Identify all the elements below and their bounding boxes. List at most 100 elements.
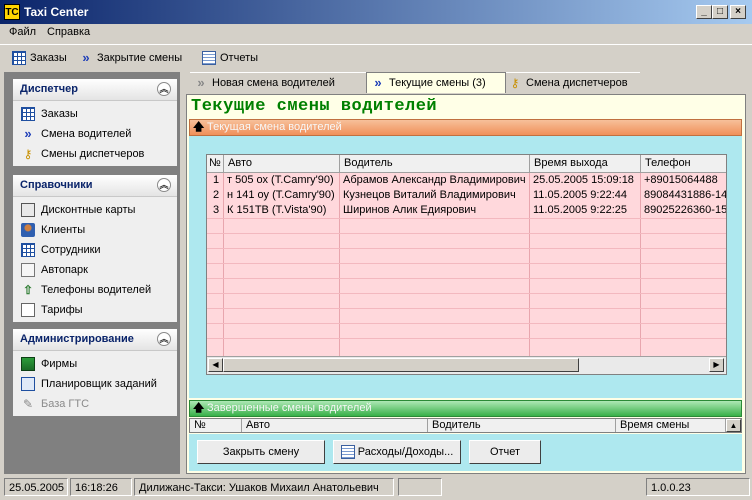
grid-row-line <box>207 323 726 324</box>
minimize-button[interactable]: _ <box>696 5 712 19</box>
sidebar-item-discount-cards[interactable]: Дисконтные карты <box>13 200 177 220</box>
sidebar-item-tariffs[interactable]: Тарифы <box>13 300 177 320</box>
toolbar-reports-label: Отчеты <box>220 52 259 64</box>
cell-departure-time: 11.05.2005 9:22:25 <box>533 204 627 216</box>
current-shift-bar[interactable]: 🡅 Текущая смена водителей <box>189 119 742 136</box>
action-bar: Закрыть смену Расходы/Доходы... Отчет <box>189 434 742 471</box>
cell-driver: Кузнецов Виталий Владимирович <box>343 189 516 201</box>
table-row[interactable]: 2 н 141 оу (T.Camry'90) Кузнецов Виталий… <box>207 188 726 203</box>
col-header-number[interactable]: № <box>207 155 224 172</box>
col-header-car[interactable]: Авто <box>224 155 340 172</box>
orders-icon <box>12 51 26 65</box>
sidebar-item-driver-phones[interactable]: ⇧ Телефоны водителей <box>13 280 177 300</box>
cell-car: К 151ТВ (T.Vista'90) <box>227 204 327 216</box>
close-shift-button[interactable]: Закрыть смену <box>197 440 325 464</box>
database-icon: ✎ <box>22 397 34 411</box>
sidebar-item-label: Заказы <box>41 108 78 120</box>
close-button[interactable]: × <box>730 5 746 19</box>
cell-driver: Абрамов Александр Владимирович <box>343 174 526 186</box>
arrow-up-icon: 🡅 <box>193 121 205 133</box>
toolbar-close-shift-button[interactable]: » Закрытие смены <box>79 49 182 67</box>
collapse-icon[interactable]: ︽ <box>157 82 171 96</box>
page-title: Текущие смены водителей <box>191 97 438 116</box>
maximize-button[interactable]: □ <box>712 5 728 19</box>
double-arrow-icon: » <box>197 75 205 90</box>
tab-current-shifts[interactable]: » Текущие смены (3) <box>366 72 506 93</box>
toolbar-reports-button[interactable]: Отчеты <box>202 49 258 67</box>
grid-column-line <box>339 173 340 358</box>
scrollbar-thumb[interactable] <box>223 358 579 372</box>
scroll-up-icon[interactable]: ▲ <box>726 419 741 432</box>
tab-strip: » Новая смена водителей » Текущие смены … <box>186 72 742 94</box>
group-header-dispatcher[interactable]: Диспетчер ︽ <box>13 79 177 101</box>
main-content: Текущие смены водителей 🡅 Текущая смена … <box>186 94 746 474</box>
arrow-up-icon: 🡅 <box>193 402 205 414</box>
toolbar-orders-button[interactable]: Заказы <box>12 49 67 67</box>
col-header-phone[interactable]: Телефон <box>641 155 726 172</box>
grid-column-line <box>529 173 530 358</box>
menu-help[interactable]: Справка <box>47 26 90 38</box>
sidebar-item-label: Сотрудники <box>41 244 101 256</box>
app-icon: TC <box>4 4 20 20</box>
finished-shifts-grid: № Авто Водитель Время смены ▲ <box>189 418 742 433</box>
sidebar-item-label: Смена водителей <box>41 128 132 140</box>
grid-row-line <box>207 248 726 249</box>
group-title: Справочники <box>20 179 93 191</box>
report-button[interactable]: Отчет <box>469 440 541 464</box>
expenses-icon <box>340 445 355 460</box>
scroll-left-icon[interactable]: ◀ <box>208 358 223 372</box>
col-header-departure-time[interactable]: Время выхода <box>530 155 641 172</box>
current-shift-bar-label: Текущая смена водителей <box>207 121 342 133</box>
scheduler-icon <box>21 377 35 391</box>
horizontal-scrollbar[interactable]: ◀ ▶ <box>207 356 726 374</box>
col-header-driver[interactable]: Водитель <box>428 419 616 432</box>
toolbar-close-shift-label: Закрытие смены <box>97 52 183 64</box>
sidebar-item-label: Планировщик заданий <box>41 378 157 390</box>
sidebar-item-driver-shift[interactable]: » Смена водителей <box>13 124 177 144</box>
tab-dispatcher-shifts[interactable]: ⚷ Смена диспетчеров <box>504 72 640 93</box>
grid-row-line <box>207 233 726 234</box>
status-empty-panel <box>398 478 442 496</box>
cell-phone: 89084431886-14 <box>644 189 726 201</box>
finished-shift-bar[interactable]: 🡅 Завершенные смены водителей <box>189 400 742 417</box>
scroll-right-icon[interactable]: ▶ <box>709 358 724 372</box>
double-arrow-icon: » <box>24 126 32 141</box>
group-header-admin[interactable]: Администрирование ︽ <box>13 329 177 351</box>
collapse-icon[interactable]: ︽ <box>157 178 171 192</box>
tab-new-driver-shift[interactable]: » Новая смена водителей <box>190 72 366 93</box>
sidebar-item-gts-database: ✎ База ГТС <box>13 394 177 414</box>
tab-label: Смена диспетчеров <box>526 77 628 89</box>
cell-car: т 505 ох (T.Camry'90) <box>227 174 334 186</box>
table-row[interactable]: 1 т 505 ох (T.Camry'90) Абрамов Александ… <box>207 173 726 188</box>
double-arrow-icon: » <box>374 75 382 90</box>
menu-file[interactable]: Файл <box>9 26 36 38</box>
cell-phone: +89015064488 <box>644 174 718 186</box>
sidebar-item-orders[interactable]: Заказы <box>13 104 177 124</box>
table-row[interactable]: 3 К 151ТВ (T.Vista'90) Ширинов Алик Едия… <box>207 203 726 218</box>
sidebar-item-employees[interactable]: Сотрудники <box>13 240 177 260</box>
grid-row-line <box>207 338 726 339</box>
grid-row-line <box>207 263 726 264</box>
group-header-references[interactable]: Справочники ︽ <box>13 175 177 197</box>
grid-row-line <box>207 278 726 279</box>
col-header-shift-time[interactable]: Время смены <box>616 419 726 432</box>
cell-number: 1 <box>213 174 220 186</box>
sidebar-item-clients[interactable]: Клиенты <box>13 220 177 240</box>
sidebar-item-label: Телефоны водителей <box>41 284 152 296</box>
grid-row-line <box>207 218 726 219</box>
col-header-driver[interactable]: Водитель <box>340 155 530 172</box>
col-header-number[interactable]: № <box>190 419 242 432</box>
tariff-icon <box>21 303 35 317</box>
col-header-car[interactable]: Авто <box>242 419 428 432</box>
sidebar-item-label: База ГТС <box>41 398 90 410</box>
cell-number: 2 <box>213 189 220 201</box>
sidebar-item-firms[interactable]: Фирмы <box>13 354 177 374</box>
cell-departure-time: 11.05.2005 9:22:44 <box>533 189 627 201</box>
key-icon: ⚷ <box>23 147 33 161</box>
fleet-icon <box>21 263 35 277</box>
sidebar-item-dispatcher-shifts[interactable]: ⚷ Смены диспетчеров <box>13 144 177 164</box>
expenses-button[interactable]: Расходы/Доходы... <box>333 440 461 464</box>
sidebar-item-fleet[interactable]: Автопарк <box>13 260 177 280</box>
collapse-icon[interactable]: ︽ <box>157 332 171 346</box>
sidebar-item-scheduler[interactable]: Планировщик заданий <box>13 374 177 394</box>
